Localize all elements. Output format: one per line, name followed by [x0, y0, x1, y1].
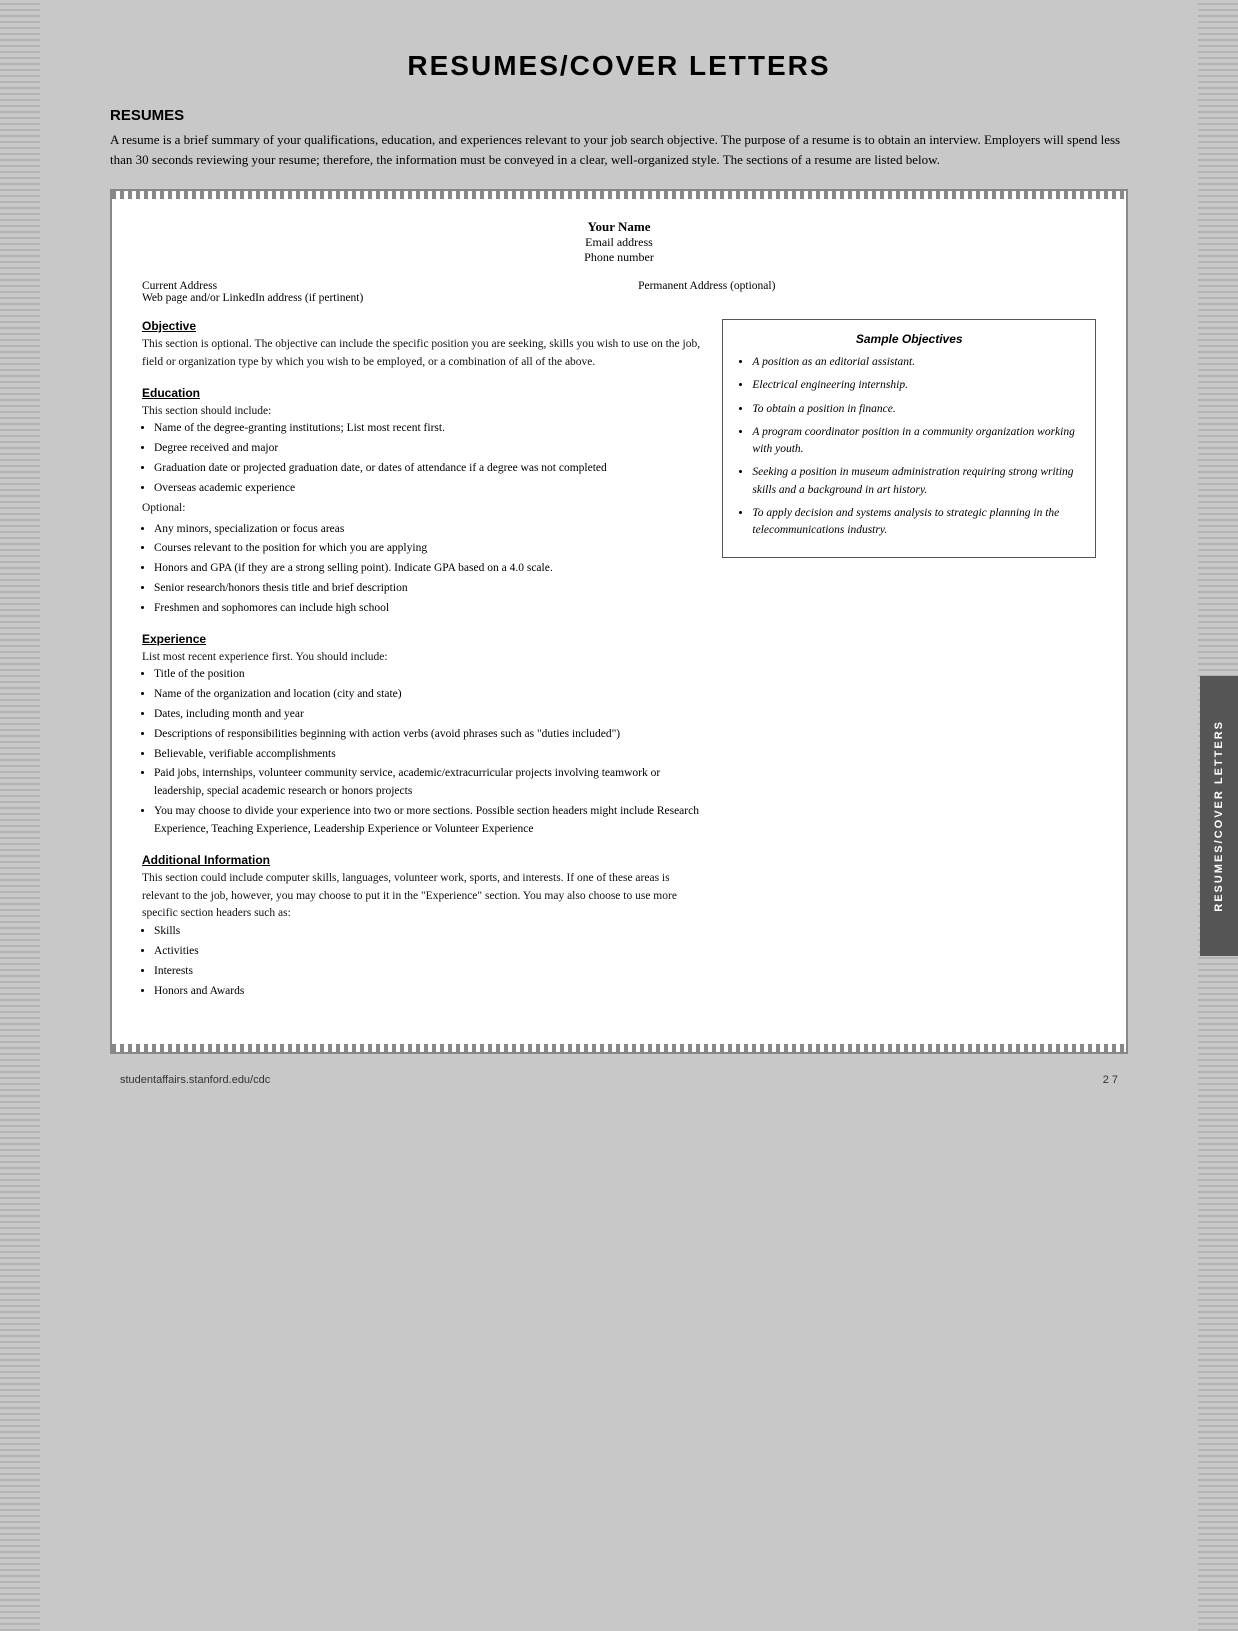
education-intro: This section should include: [142, 403, 702, 421]
resume-email: Email address [142, 235, 1096, 250]
education-section: Education This section should include: N… [142, 386, 702, 618]
resume-phone: Phone number [142, 250, 1096, 265]
list-item: Activities [154, 943, 702, 961]
doc-body: Objective This section is optional. The … [142, 319, 1096, 1014]
list-item: Degree received and major [154, 440, 702, 458]
list-item: Honors and GPA (if they are a strong sel… [154, 560, 702, 578]
objectives-box: Sample Objectives A position as an edito… [722, 319, 1096, 558]
education-optional-list: Any minors, specialization or focus area… [142, 521, 702, 618]
experience-intro: List most recent experience first. You s… [142, 649, 702, 667]
footer-page: 2 7 [1103, 1074, 1118, 1086]
doc-left-column: Objective This section is optional. The … [142, 319, 702, 1014]
address-section: Current Address Web page and/or LinkedIn… [142, 280, 1096, 304]
resume-header: Your Name Email address Phone number [142, 219, 1096, 265]
page-wrapper: RESUMES/COVER LETTERS RESUMES/COVER LETT… [0, 0, 1238, 1631]
list-item: Interests [154, 963, 702, 981]
vertical-tab: RESUMES/COVER LETTERS [1200, 676, 1238, 956]
vertical-tab-text: RESUMES/COVER LETTERS [1213, 720, 1225, 912]
experience-section: Experience List most recent experience f… [142, 632, 702, 839]
objective-item: To apply decision and systems analysis t… [752, 505, 1080, 540]
permanent-address: Permanent Address (optional) [638, 280, 1096, 304]
doc-bottom-border [112, 1044, 1126, 1052]
resumes-heading: RESUMES [110, 107, 1128, 124]
objectives-box-title: Sample Objectives [738, 332, 1080, 346]
list-item: Honors and Awards [154, 983, 702, 1001]
page-title: RESUMES/COVER LETTERS [110, 50, 1128, 82]
list-item: Overseas academic experience [154, 480, 702, 498]
doc-top-border [112, 191, 1126, 199]
list-item: Believable, verifiable accomplishments [154, 746, 702, 764]
list-item: Dates, including month and year [154, 706, 702, 724]
experience-title: Experience [142, 632, 702, 646]
additional-info-list: Skills Activities Interests Honors and A… [142, 923, 702, 1000]
objective-section: Objective This section is optional. The … [142, 319, 702, 372]
list-item: Paid jobs, internships, volunteer commun… [154, 765, 702, 801]
additional-info-section: Additional Information This section coul… [142, 853, 702, 1001]
page-footer: studentaffairs.stanford.edu/cdc 2 7 [110, 1074, 1128, 1086]
footer-url: studentaffairs.stanford.edu/cdc [120, 1074, 270, 1086]
objective-title: Objective [142, 319, 702, 333]
current-address-sub: Web page and/or LinkedIn address (if per… [142, 292, 600, 304]
list-item: Courses relevant to the position for whi… [154, 540, 702, 558]
current-address-label: Current Address [142, 280, 600, 292]
current-address: Current Address Web page and/or LinkedIn… [142, 280, 600, 304]
permanent-address-label: Permanent Address (optional) [638, 280, 1096, 292]
objective-text: This section is optional. The objective … [142, 336, 702, 372]
document-area: Your Name Email address Phone number Cur… [110, 189, 1128, 1054]
list-item: Graduation date or projected graduation … [154, 460, 702, 478]
additional-info-text: This section could include computer skil… [142, 870, 702, 923]
education-list: Name of the degree-granting institutions… [142, 420, 702, 497]
list-item: Any minors, specialization or focus area… [154, 521, 702, 539]
objective-item: Seeking a position in museum administrat… [752, 464, 1080, 499]
resumes-intro: A resume is a brief summary of your qual… [110, 130, 1128, 169]
objective-item: A position as an editorial assistant. [752, 354, 1080, 371]
additional-info-title: Additional Information [142, 853, 702, 867]
objectives-list: A position as an editorial assistant. El… [738, 354, 1080, 539]
doc-inner: Your Name Email address Phone number Cur… [112, 199, 1126, 1044]
optional-label: Optional: [142, 500, 702, 518]
objective-item: A program coordinator position in a comm… [752, 424, 1080, 459]
doc-right-column: Sample Objectives A position as an edito… [722, 319, 1096, 1014]
list-item: Skills [154, 923, 702, 941]
list-item: Name of the organization and location (c… [154, 686, 702, 704]
list-item: Descriptions of responsibilities beginni… [154, 726, 702, 744]
education-title: Education [142, 386, 702, 400]
experience-list: Title of the position Name of the organi… [142, 666, 702, 838]
list-item: Freshmen and sophomores can include high… [154, 600, 702, 618]
list-item: You may choose to divide your experience… [154, 803, 702, 839]
objective-item: To obtain a position in finance. [752, 401, 1080, 418]
main-content: RESUMES/COVER LETTERS RESUMES A resume i… [110, 30, 1128, 1086]
list-item: Senior research/honors thesis title and … [154, 580, 702, 598]
objective-item: Electrical engineering internship. [752, 377, 1080, 394]
list-item: Title of the position [154, 666, 702, 684]
resume-name: Your Name [142, 219, 1096, 235]
list-item: Name of the degree-granting institutions… [154, 420, 702, 438]
left-border-decoration [0, 0, 40, 1631]
